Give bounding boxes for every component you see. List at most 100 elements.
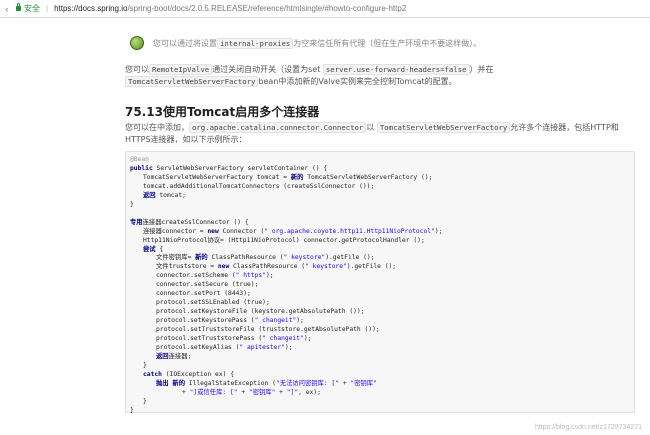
url-separator: | (46, 4, 49, 13)
code-token: { (155, 245, 164, 253)
section-heading: 75.13使用Tomcat启用多个连接器 (125, 105, 320, 119)
code-token: protocol.setSSLEnabled (true); (156, 299, 270, 307)
code-token: protocol.setKeystoreFile (keystore.getAb… (156, 308, 365, 316)
code-token: " changeit" (262, 335, 304, 342)
code-token: Http11NioProtocol协议= (Http11NioProtocol)… (143, 236, 425, 244)
code-token: + (182, 388, 190, 396)
code-token: ); (303, 335, 312, 342)
code-token: "]或信任库: [" (189, 388, 238, 396)
code-line: connector.setScheme (" https"); (156, 271, 274, 280)
code-token: " org.apache.coyote.http11.Http11NioProt… (264, 227, 435, 235)
inline-code: org.apache.catalina.connector.Connector (189, 122, 367, 133)
code-token: ).getFile (); (325, 254, 375, 262)
code-line: Http11NioProtocol协议= (Http11NioProtocol)… (143, 236, 425, 245)
code-line: } (143, 397, 147, 406)
paragraph-connectors: 您可以在中添加， org.apache.catalina.connector.Co… (125, 122, 630, 146)
code-token: } (143, 397, 147, 405)
code-line: + "]或信任库: [" + "密钥库" + "]", ex); (182, 388, 321, 397)
code-token: ); (434, 227, 443, 235)
code-token: protocol.setTruststoreFile (truststore.g… (156, 326, 380, 334)
code-line: @Bean (130, 155, 149, 164)
code-token: "密钥库" (350, 379, 377, 387)
code-token: TomcatServletWebServerFactory tomcat = (143, 173, 291, 181)
code-token: " apitester" (239, 343, 285, 351)
code-token: " keystore" (305, 263, 347, 271)
code-line: protocol.setSSLEnabled (true); (156, 298, 270, 307)
code-token: } (130, 200, 134, 208)
tip-text: 您可以通过将设置 internal-proxies 为空来信任所有代理（但在生产环境… (153, 37, 482, 49)
code-line: connector.setSecure (true); (156, 280, 258, 289)
code-token: @Bean (130, 156, 149, 163)
code-token: ClassPathResource ( (207, 254, 284, 262)
inline-code: server.use-forward-headers=false (322, 64, 470, 75)
code-token: connector.setSecure (true); (156, 281, 259, 289)
tip-code: internal-proxies (217, 37, 294, 49)
code-token: 新的 (172, 379, 185, 387)
tip-icon (130, 36, 144, 50)
code-token: protocol.setKeystorePass ( (156, 317, 255, 325)
code-token: 返回 (143, 191, 156, 199)
code-line: protocol.setKeyAlias (" apitester"); (156, 343, 293, 352)
code-token: new (207, 227, 219, 235)
para-text: bean中添加新的Valve实例来完全控制Tomcat的配置。 (258, 77, 457, 86)
code-token: 文件密钥库= (156, 254, 196, 262)
code-line: 返回连接器; (156, 352, 191, 361)
code-token: public (130, 164, 157, 172)
code-token: 文件truststore = (156, 263, 218, 271)
code-token: + (237, 388, 249, 396)
url-host[interactable]: https://docs.spring.io (54, 4, 127, 13)
code-block[interactable]: @Bean public ServletWebServerFactory serv… (125, 151, 635, 415)
code-token: 连接器connector = (143, 227, 208, 235)
code-token: protocol.setTruststorePass ( (156, 335, 263, 342)
code-token: 新的 (195, 254, 208, 262)
lock-icon (16, 3, 21, 11)
code-token: ); (265, 272, 274, 280)
back-arrow-icon[interactable]: ‹ (0, 4, 14, 14)
code-token: (IOException ex) { (161, 370, 234, 378)
code-line: protocol.setTruststoreFile (truststore.g… (156, 325, 380, 334)
code-line: connector.setPort (8443); (156, 289, 251, 298)
code-token: 连接器createSslConnector () { (142, 218, 249, 226)
code-token: "密钥库" (248, 388, 276, 396)
code-token: } (130, 406, 134, 414)
code-token: connector.setScheme ( (156, 272, 236, 280)
tip-note: 您可以通过将设置 internal-proxies 为空来信任所有代理（但在生产环境… (122, 28, 622, 58)
para-text: 以 (366, 123, 375, 132)
paragraph-valve: 您可以 RemoteIpValve 通过关闭自动开关（设置为set server.u… (125, 64, 630, 88)
code-token: + (275, 388, 287, 396)
code-line: } (130, 200, 134, 209)
inline-code: RemoteIpValve (149, 64, 213, 75)
code-token: tomcat; (155, 191, 186, 199)
code-line: protocol.setTruststorePass (" changeit")… (156, 334, 311, 343)
para-text: 您可以 (125, 65, 149, 74)
para-text: ）并在 (469, 65, 494, 74)
code-token: protocol.setKeyAlias ( (156, 343, 240, 351)
code-line: protocol.setKeystorePass (" changeit"); (156, 316, 304, 325)
code-line: 尝试 { (143, 245, 163, 254)
url-path[interactable]: /spring-boot/docs/2.0.5.RELEASE/referenc… (127, 4, 406, 13)
code-line: } (130, 406, 134, 415)
para-text: 您可以在中添加， (125, 123, 189, 132)
code-token: ); (296, 317, 304, 325)
code-token: , ex); (298, 388, 321, 396)
code-token: Connector ( (218, 227, 265, 235)
code-token: } (143, 361, 147, 369)
code-line: 文件truststore = new ClassPathResource (" … (156, 262, 396, 271)
code-token: " changeit" (254, 317, 297, 325)
address-bar[interactable]: ‹ 安全 | https://docs.spring.io/spring-boo… (0, 0, 650, 18)
code-line: catch (IOException ex) { (143, 370, 234, 379)
code-line: 连接器connector = new Connector (" org.apac… (143, 227, 442, 236)
code-token: 新的 (290, 173, 304, 181)
secure-label: 安全 (24, 4, 40, 13)
code-token: "]" (286, 388, 299, 396)
inline-code: TomcatServletWebServerFactory (376, 122, 511, 133)
code-token: ServletWebServerFactory servletContainer… (156, 164, 328, 172)
tip-text-part: 为空来信任所有代理（但在生产环境中不要这样做）。 (293, 38, 482, 48)
code-token: connector.setPort (8443); (156, 290, 251, 298)
code-line: } (143, 361, 147, 370)
code-line: 返回 tomcat; (143, 191, 186, 200)
code-token: ).getFile (); (346, 263, 397, 271)
code-token: 连接器; (168, 352, 192, 360)
code-line: public ServletWebServerFactory servletCo… (130, 164, 327, 173)
code-token: 专用 (130, 218, 143, 226)
